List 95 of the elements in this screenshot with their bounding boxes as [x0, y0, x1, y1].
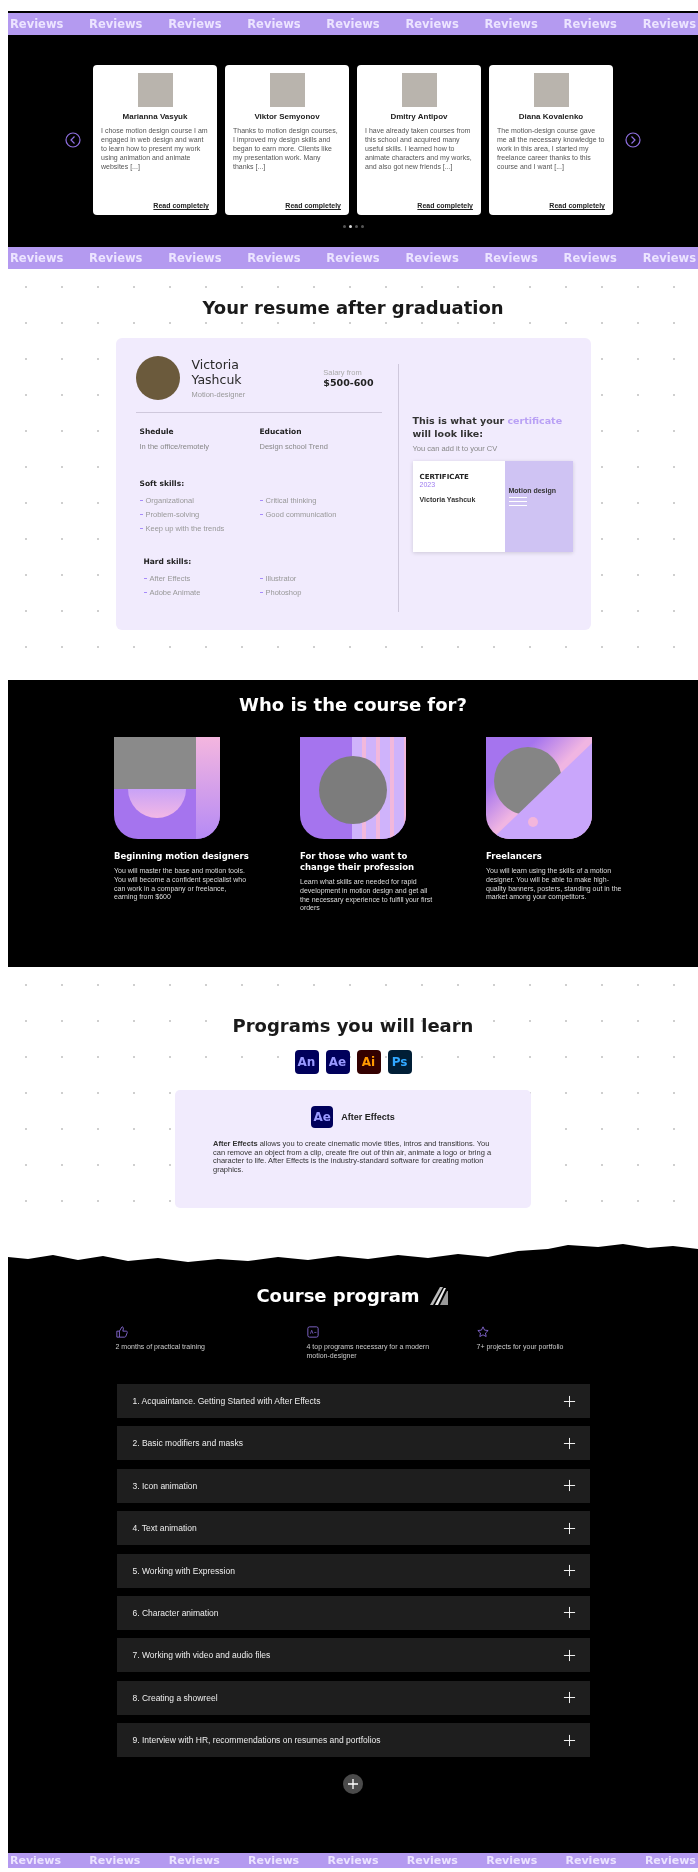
marquee-text: Reviews [406, 1853, 458, 1868]
thumbs-up-icon [115, 1326, 128, 1338]
dash-icon [139, 513, 143, 515]
chevron-right-icon[interactable] [625, 132, 641, 148]
salary-value: $500-600 [323, 377, 374, 388]
section-title: Course program [256, 1285, 420, 1306]
section-title: Your resume after graduation [201, 297, 505, 318]
plus-circle-button[interactable] [343, 1774, 363, 1795]
plus-icon [562, 1436, 576, 1450]
module-row[interactable]: 5. Working with Expression [116, 1553, 590, 1588]
plus-icon [562, 1521, 576, 1535]
carousel-dot[interactable] [360, 225, 364, 228]
chevron-left-icon[interactable] [65, 132, 81, 148]
photo-placeholder [533, 73, 569, 107]
marquee-text: Reviews [10, 17, 64, 31]
module-row[interactable]: 4. Text animation [116, 1511, 590, 1546]
program-name: After Effects [341, 1112, 395, 1122]
module-row[interactable]: 7. Working with video and audio files [116, 1638, 590, 1673]
marquee-text: Reviews [248, 1853, 300, 1868]
dash-icon [139, 527, 143, 529]
app-abbreviation: Ae [328, 1055, 347, 1069]
marquee-text: Reviews [644, 1853, 696, 1868]
marquee-text: Reviews [168, 17, 222, 31]
app-abbreviation: Ae [313, 1110, 331, 1124]
reviewer-name: Diana Kovalenko [518, 112, 584, 121]
photo-placeholder [401, 73, 437, 107]
marquee-text: Reviews [642, 17, 696, 31]
stripes-logo-icon [427, 1285, 450, 1306]
marquee-text: Reviews [484, 251, 538, 265]
audience-title: Beginning motion designers [114, 851, 250, 862]
carousel-dot[interactable] [348, 225, 352, 228]
marquee-text: Reviews [563, 17, 617, 31]
module-row[interactable]: 3. Icon animation [116, 1468, 590, 1503]
star-icon [476, 1326, 489, 1338]
app-tile[interactable]: An [294, 1050, 319, 1074]
marquee-text: Reviews [405, 17, 459, 31]
dash-icon [259, 513, 263, 515]
marquee-text: Reviews [89, 1853, 141, 1868]
section-title: Programs you will learn [231, 1015, 475, 1036]
dash-icon [143, 577, 147, 579]
module-row[interactable]: 9. Interview with HR, recommendations on resumes and portfolios [116, 1723, 590, 1758]
marquee-text: Reviews [563, 251, 617, 265]
dash-icon [139, 499, 143, 501]
plus-icon [562, 1394, 576, 1408]
marquee-text: Reviews [405, 251, 459, 265]
reviewer-name: Dmitry Antipov [390, 112, 448, 121]
marquee-text: Reviews [326, 17, 380, 31]
marquee-text: Reviews [326, 251, 380, 265]
photo-placeholder [137, 73, 173, 107]
avatar-placeholder [135, 356, 180, 400]
marquee-text: Reviews [89, 17, 143, 31]
module-row[interactable]: 1. Acquaintance. Getting Started with After Effects [116, 1384, 590, 1418]
plus-icon [562, 1691, 576, 1705]
photo-placeholder [269, 73, 305, 107]
dot-decoration [528, 817, 538, 827]
marquee-text: Reviews [168, 251, 222, 265]
certificate-heading: This is what your certificate will look like: [412, 414, 564, 440]
reviewer-name: Marianna Vasyuk [122, 112, 188, 121]
dash-icon [259, 591, 263, 593]
app-abbreviation: An [297, 1055, 316, 1069]
marquee-text: Reviews [565, 1853, 617, 1868]
audience-title: For those who want to change their profession [300, 851, 416, 873]
plus-icon [562, 1564, 576, 1578]
person-name: Victoria Yashcuk [191, 357, 243, 387]
marquee-text: Reviews [168, 1853, 220, 1868]
marquee-text: Reviews [642, 251, 696, 265]
section-title: Who is the course for? [238, 694, 468, 715]
app-abbreviation: Ai [361, 1055, 376, 1069]
app-abbreviation: Ps [391, 1055, 408, 1069]
app-square-icon [306, 1326, 319, 1338]
dash-icon [259, 577, 263, 579]
marquee-text: Reviews [10, 251, 64, 265]
plus-icon [562, 1648, 576, 1662]
plus-icon [562, 1479, 576, 1493]
marquee-text: Reviews [10, 1853, 62, 1868]
app-tile[interactable]: Ai [356, 1050, 381, 1074]
marquee-text: Reviews [247, 251, 301, 265]
carousel-dot[interactable] [342, 225, 346, 228]
app-tile[interactable]: Ae [325, 1050, 350, 1074]
plus-icon [562, 1606, 576, 1620]
carousel-dot[interactable] [354, 225, 358, 228]
marquee-text: Reviews [247, 17, 301, 31]
module-row[interactable]: 2. Basic modifiers and masks [116, 1426, 590, 1461]
marquee-text: Reviews [327, 1853, 379, 1868]
app-tile[interactable]: Ps [387, 1050, 412, 1074]
module-row[interactable]: 8. Creating a showreel [116, 1680, 590, 1715]
plus-icon [562, 1733, 576, 1747]
marquee-text: Reviews [486, 1853, 538, 1868]
dash-icon [143, 591, 147, 593]
dash-icon [259, 499, 263, 501]
marquee-text: Reviews [89, 251, 143, 265]
module-row[interactable]: 6. Character animation [116, 1595, 590, 1630]
marquee-text: Reviews [484, 17, 538, 31]
reviewer-name: Viktor Semyonov [254, 112, 320, 121]
audience-title: Freelancers [486, 851, 543, 862]
